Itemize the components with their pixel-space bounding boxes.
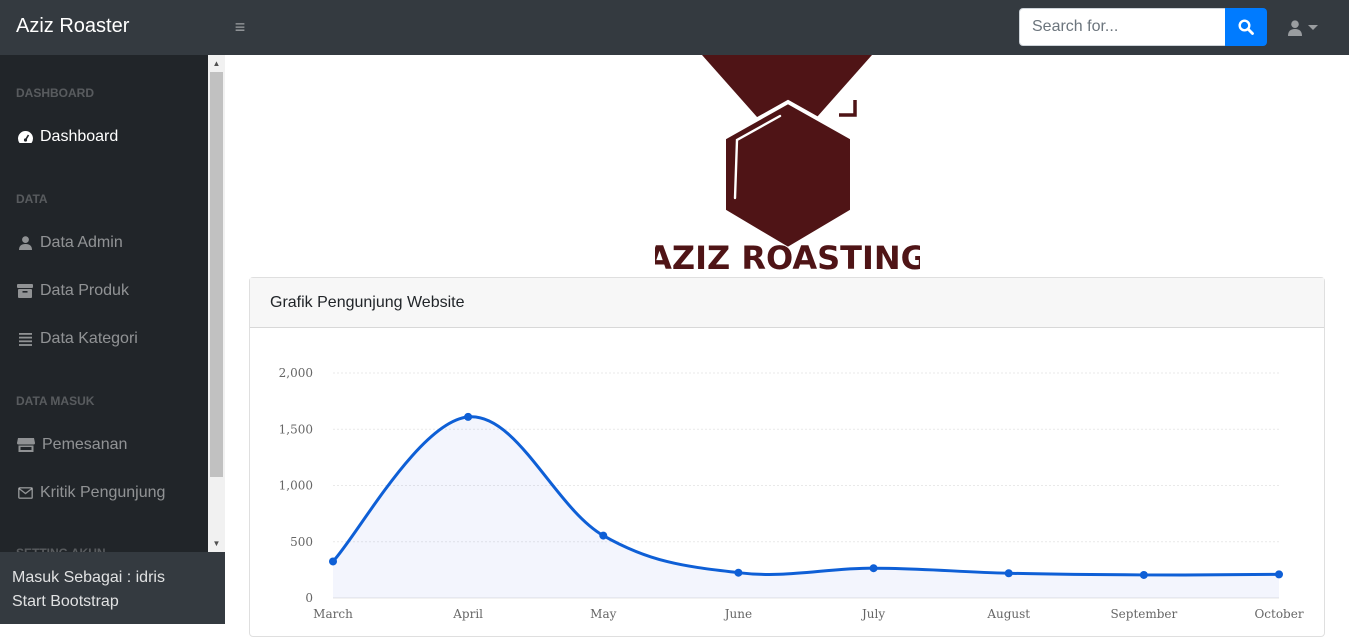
x-tick-label: July [860,607,885,621]
main-content: AZIZ ROASTING Grafik Pengunjung Website … [225,55,1349,637]
sidebar: DASHBOARD Dashboard DATA Data Admin Data… [0,55,225,624]
sidebar-item-label: Data Produk [40,282,129,299]
sidebar-item-kritik-pengunjung[interactable]: Kritik Pengunjung [16,481,206,505]
top-navbar: Aziz Roaster ≡ [0,0,1349,55]
sidebar-item-label: Data Admin [40,234,123,251]
store-icon [16,437,36,453]
sidebar-footer: Masuk Sebagai : idris Start Bootstrap [0,552,225,624]
sidebar-item-pemesanan[interactable]: Pemesanan [16,433,206,457]
x-tick-label: March [313,607,353,621]
sidebar-heading-data: DATA [16,192,48,206]
user-dropdown[interactable] [1288,15,1332,41]
data-point [734,568,743,577]
aziz-roasting-logo: AZIZ ROASTING [655,55,920,275]
y-tick-label: 500 [290,535,313,549]
sidebar-item-data-produk[interactable]: Data Produk [16,279,206,303]
x-tick-label: October [1254,607,1303,621]
data-point [1275,570,1283,579]
x-tick-label: April [452,607,483,621]
envelope-icon [16,485,34,501]
sidebar-item-label: Kritik Pengunjung [40,484,166,501]
visitor-chart-card: Grafik Pengunjung Website 0 500 1,000 1,500… [249,277,1325,637]
tachometer-icon [16,129,34,145]
brand-title[interactable]: Aziz Roaster [16,15,129,38]
search-button[interactable] [1225,8,1267,46]
x-tick-label: June [723,607,752,621]
search-input[interactable] [1019,8,1226,46]
caret-down-icon [1308,25,1318,30]
data-point [599,531,608,540]
card-header: Grafik Pengunjung Website [250,278,1324,328]
y-tick-label: 1,000 [279,479,313,493]
data-point [329,557,337,566]
sidebar-item-data-kategori[interactable]: Data Kategori [16,327,206,351]
y-tick-label: 0 [305,591,313,605]
y-tick-label: 1,500 [279,422,313,436]
list-icon [16,331,34,347]
x-tick-label: May [590,607,616,621]
sidebar-item-label: Dashboard [40,128,119,145]
sidebar-heading-dashboard: DASHBOARD [16,86,94,100]
user-icon [16,235,34,251]
x-tick-label: September [1110,607,1177,621]
scrollbar-thumb[interactable] [210,72,223,477]
card-title: Grafik Pengunjung Website [270,293,465,311]
sidebar-toggle-icon[interactable]: ≡ [230,17,250,37]
sidebar-item-dashboard[interactable]: Dashboard [16,125,206,149]
y-tick-label: 2,000 [279,366,313,380]
scroll-up-arrow-icon[interactable]: ▲ [208,55,225,72]
area-fill [333,416,1279,598]
footer-brand-text: Start Bootstrap [12,593,119,610]
x-tick-label: August [986,607,1030,621]
data-point [1004,569,1013,578]
visitor-area-chart: 0 500 1,000 1,500 2,000 March April May June July… [279,366,1304,621]
user-icon [1288,20,1302,36]
scroll-down-arrow-icon[interactable]: ▼ [208,535,225,552]
sidebar-item-data-admin[interactable]: Data Admin [16,231,206,255]
data-point [869,564,878,573]
logged-in-user-text: Masuk Sebagai : idris [12,569,165,586]
sidebar-item-label: Data Kategori [40,330,138,347]
sidebar-heading-data-masuk: DATA MASUK [16,394,95,408]
sidebar-scrollbar[interactable]: ▲ ▼ [208,55,225,552]
sidebar-item-label: Pemesanan [42,436,128,453]
search-icon [1238,19,1254,35]
data-point [1139,570,1148,579]
data-point [464,412,473,421]
svg-text:AZIZ ROASTING: AZIZ ROASTING [655,239,920,275]
box-icon [16,283,34,299]
